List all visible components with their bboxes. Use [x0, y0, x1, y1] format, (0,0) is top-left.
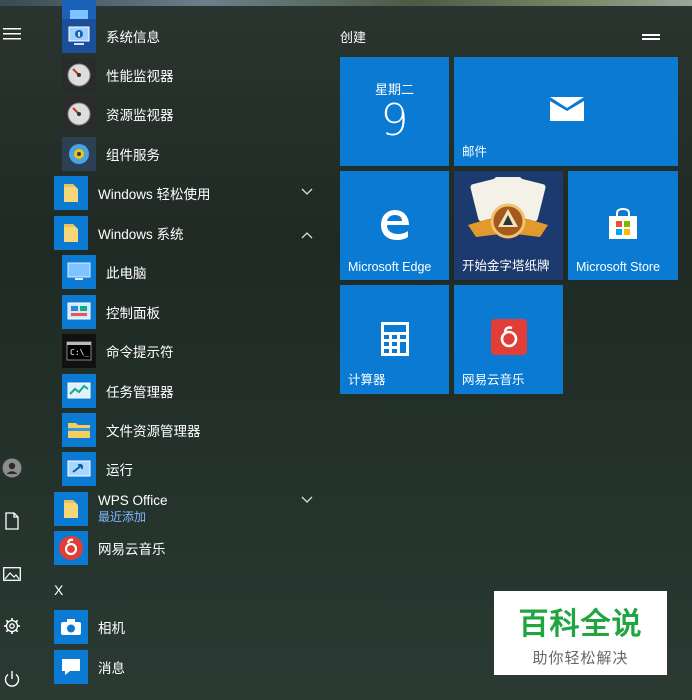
list-item-this-pc[interactable]: 此电脑: [62, 252, 147, 291]
folder-label: Windows 轻松使用: [98, 186, 211, 202]
folder-icon: [54, 491, 88, 526]
solitaire-tile[interactable]: 开始金字塔纸牌: [454, 171, 563, 280]
letter-header-x[interactable]: X: [54, 582, 63, 598]
document-icon: [5, 512, 19, 530]
system-info-icon: [62, 18, 96, 53]
folder-label: WPS Office: [98, 492, 168, 508]
start-left-rail: [0, 0, 24, 700]
list-item-perf-monitor[interactable]: 性能监视器: [62, 55, 174, 94]
tile-label: 邮件: [462, 145, 488, 159]
hamburger-icon: [3, 28, 21, 40]
chevron-down-icon[interactable]: [301, 186, 313, 198]
list-item-run[interactable]: 运行: [62, 449, 133, 488]
watermark: 百科全说 助你轻松解决: [494, 591, 667, 675]
mail-icon: [550, 97, 584, 121]
folder-windows-system[interactable]: Windows 系统: [54, 213, 184, 252]
list-item-camera[interactable]: 相机: [54, 607, 125, 646]
tile-label: 计算器: [348, 373, 386, 387]
message-icon: [54, 649, 88, 684]
app-label: 组件服务: [106, 147, 160, 163]
calculator-tile[interactable]: 计算器: [340, 285, 449, 394]
calculator-icon: [381, 322, 409, 356]
run-icon: [62, 451, 96, 486]
store-bag-icon: [609, 207, 637, 239]
user-avatar-icon: [2, 458, 22, 478]
folder-icon: [54, 215, 88, 250]
power-button[interactable]: [0, 667, 24, 691]
list-item-file-explorer[interactable]: 文件资源管理器: [62, 410, 201, 449]
netease-music-icon: [491, 319, 527, 355]
netease-music-icon: [54, 530, 88, 565]
edge-tile[interactable]: Microsoft Edge: [340, 171, 449, 280]
list-item-component-services[interactable]: 组件服务: [62, 134, 160, 173]
store-tile[interactable]: Microsoft Store: [568, 171, 678, 280]
list-item-system-info[interactable]: 系统信息: [62, 16, 160, 55]
settings-button[interactable]: [0, 614, 24, 638]
list-item-command-prompt[interactable]: C:\_ 命令提示符: [62, 331, 174, 370]
folder-icon: [54, 175, 88, 210]
component-services-icon: [62, 136, 96, 171]
calendar-date: 9: [380, 95, 409, 146]
gear-icon: [4, 618, 20, 634]
app-label: 文件资源管理器: [106, 423, 201, 439]
app-label: 相机: [98, 620, 125, 636]
file-explorer-icon: [62, 412, 96, 447]
this-pc-icon: [62, 254, 96, 289]
command-prompt-icon: C:\_: [62, 333, 96, 368]
solitaire-cards-icon: [468, 177, 548, 239]
tile-label: 开始金字塔纸牌: [462, 259, 550, 273]
chevron-up-icon[interactable]: [301, 229, 313, 241]
app-label: 此电脑: [106, 265, 147, 281]
app-label: 任务管理器: [106, 384, 174, 400]
camera-icon: [54, 609, 88, 644]
folder-label: Windows 系统: [98, 226, 184, 242]
app-label: 系统信息: [106, 29, 160, 45]
pictures-button[interactable]: [0, 562, 24, 586]
folder-wps-office[interactable]: WPS Office 最近添加: [54, 489, 168, 528]
list-item-task-manager[interactable]: 任务管理器: [62, 371, 174, 410]
app-label: 消息: [98, 660, 125, 676]
svg-text:C:\_: C:\_: [70, 348, 89, 357]
app-label: 控制面板: [106, 305, 160, 321]
tile-label: Microsoft Edge: [348, 260, 432, 274]
watermark-subtitle: 助你轻松解决: [532, 649, 629, 667]
mail-tile[interactable]: 邮件: [454, 57, 678, 166]
app-label: 网易云音乐: [98, 541, 166, 557]
app-label: 运行: [106, 462, 133, 478]
netease-music-tile[interactable]: 网易云音乐: [454, 285, 563, 394]
app-label: 性能监视器: [106, 68, 174, 84]
calendar-tile[interactable]: 星期二 9: [340, 57, 449, 166]
list-item-netease-music[interactable]: 网易云音乐: [54, 528, 166, 567]
watermark-title: 百科全说: [518, 606, 643, 642]
documents-button[interactable]: [0, 509, 24, 533]
power-icon: [4, 671, 20, 687]
list-item-control-panel[interactable]: 控制面板: [62, 292, 160, 331]
group-menu-icon[interactable]: [642, 34, 660, 40]
wallpaper-strip: [0, 0, 692, 6]
tile-group-title[interactable]: 创建: [340, 27, 366, 46]
resource-monitor-icon: [62, 96, 96, 131]
list-item-resource-monitor[interactable]: 资源监视器: [62, 94, 174, 133]
user-account-button[interactable]: [0, 456, 24, 480]
tile-label: 网易云音乐: [462, 373, 525, 387]
recently-added-label: 最近添加: [98, 509, 147, 524]
edge-icon: [381, 210, 409, 240]
tile-label: Microsoft Store: [576, 260, 661, 274]
control-panel-icon: [62, 294, 96, 329]
app-label: 资源监视器: [106, 107, 174, 123]
chevron-down-icon[interactable]: [301, 494, 313, 506]
folder-windows-ease-of-access[interactable]: Windows 轻松使用: [54, 173, 211, 212]
task-manager-icon: [62, 373, 96, 408]
picture-icon: [3, 567, 21, 581]
list-item-messaging[interactable]: 消息: [54, 647, 125, 686]
expand-menu-button[interactable]: [0, 22, 24, 46]
performance-monitor-icon: [62, 57, 96, 92]
app-label: 命令提示符: [106, 344, 174, 360]
